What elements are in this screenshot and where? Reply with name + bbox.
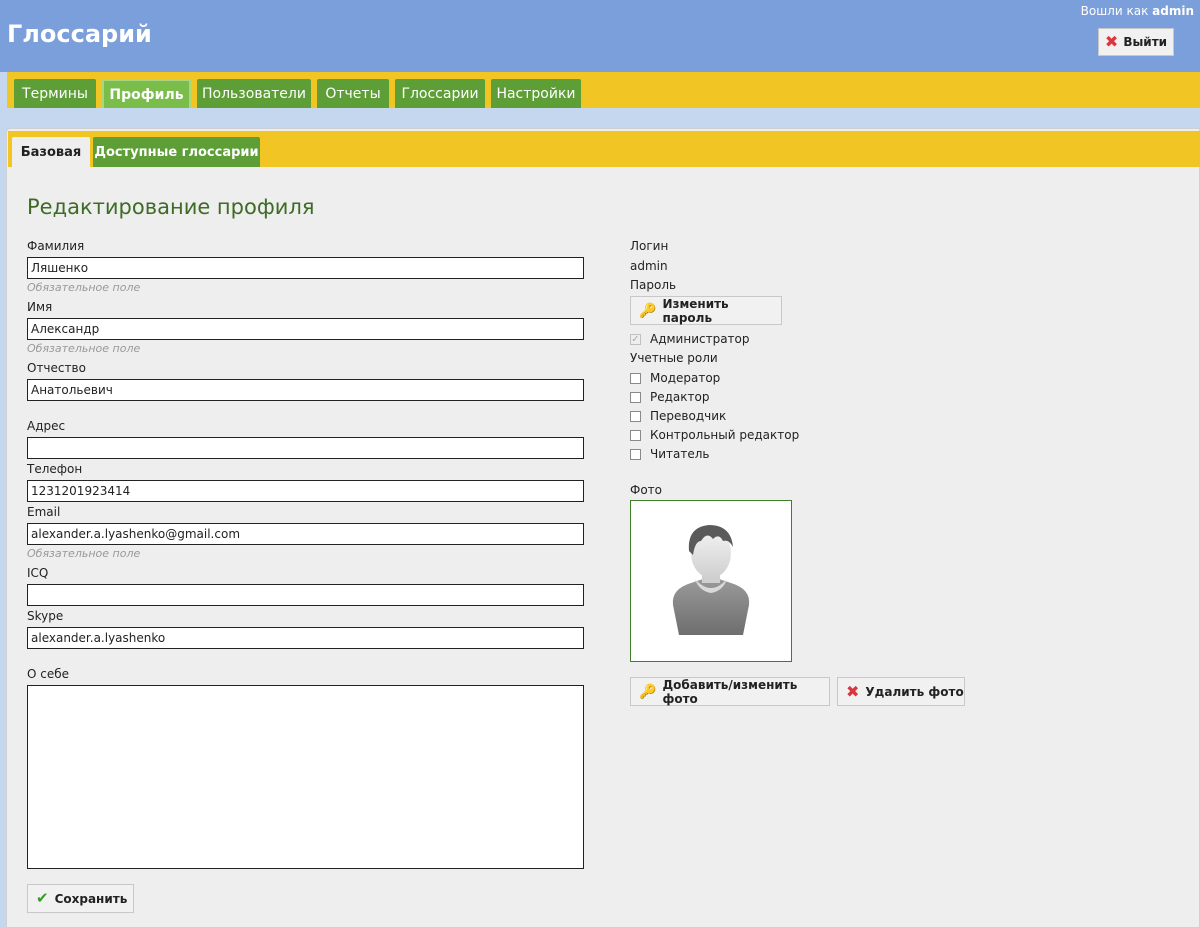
role-checkbox-editor[interactable]	[630, 391, 641, 403]
patronymic-label: Отчество	[27, 361, 86, 375]
role-checkbox-moderator[interactable]	[630, 372, 641, 384]
login-label: Логин	[630, 239, 669, 253]
logged-in-prefix: Вошли как	[1080, 4, 1149, 18]
admin-label: Администратор	[650, 332, 750, 346]
add-photo-button[interactable]: 🔑 Добавить/изменить фото	[630, 677, 830, 706]
role-row-control-editor: Контрольный редактор	[630, 428, 799, 442]
check-icon: ✔	[36, 889, 49, 907]
tab-profile[interactable]: Профиль	[102, 79, 191, 108]
password-label: Пароль	[630, 278, 677, 292]
phone-label: Телефон	[27, 462, 83, 476]
role-row-translator: Переводчик	[630, 409, 726, 423]
logout-button[interactable]: ✖ Выйти	[1098, 28, 1174, 56]
email-field[interactable]	[27, 523, 584, 545]
role-label-editor: Редактор	[650, 390, 710, 404]
role-row-moderator: Модератор	[630, 371, 720, 385]
user-avatar-icon	[672, 525, 750, 635]
about-textarea[interactable]	[27, 685, 584, 869]
role-checkbox-translator[interactable]	[630, 410, 641, 422]
subtab-available-glossaries[interactable]: Доступные глоссарии	[93, 137, 260, 167]
photo-frame	[630, 500, 792, 662]
logged-in-status: Вошли как admin	[1081, 4, 1194, 18]
close-icon: ✖	[846, 681, 860, 701]
tab-reports[interactable]: Отчеты	[317, 79, 389, 108]
tab-settings[interactable]: Настройки	[491, 79, 581, 108]
first-name-label: Имя	[27, 300, 53, 314]
roles-label: Учетные роли	[630, 351, 718, 365]
admin-checkbox: ✓	[630, 333, 641, 345]
photo-label: Фото	[630, 483, 663, 497]
role-label-moderator: Модератор	[650, 371, 721, 385]
last-name-field[interactable]	[27, 257, 584, 279]
role-label-control-editor: Контрольный редактор	[650, 428, 800, 442]
about-label: О себе	[27, 667, 70, 681]
icq-label: ICQ	[27, 566, 49, 580]
logout-label: Выйти	[1123, 35, 1168, 49]
role-label-translator: Переводчик	[650, 409, 727, 423]
role-checkbox-reader[interactable]	[630, 448, 641, 460]
username: admin	[1152, 4, 1194, 18]
delete-photo-button[interactable]: ✖ Удалить фото	[837, 677, 965, 706]
tab-glossaries[interactable]: Глоссарии	[395, 79, 485, 108]
icq-field[interactable]	[27, 584, 584, 606]
login-value: admin	[630, 259, 668, 273]
header-bar: Глоссарий Вошли как admin ✖ Выйти	[0, 0, 1200, 72]
skype-field[interactable]	[27, 627, 584, 649]
save-label: Сохранить	[54, 891, 128, 906]
role-row-editor: Редактор	[630, 390, 709, 404]
last-name-hint: Обязательное поле	[27, 281, 141, 294]
first-name-hint: Обязательное поле	[27, 342, 141, 355]
key-icon: 🔑	[639, 302, 657, 319]
first-name-field[interactable]	[27, 318, 584, 340]
page-title: Редактирование профиля	[27, 195, 315, 219]
sub-nav: Базовая Доступные глоссарии	[8, 131, 1200, 167]
address-field[interactable]	[27, 437, 584, 459]
email-label: Email	[27, 505, 61, 519]
save-button[interactable]: ✔ Сохранить	[27, 884, 134, 913]
key-icon: 🔑	[639, 683, 657, 700]
subtab-basic[interactable]: Базовая	[12, 137, 90, 167]
last-name-label: Фамилия	[27, 239, 85, 253]
tab-users[interactable]: Пользователи	[197, 79, 311, 108]
main-nav: Термины Профиль Пользователи Отчеты Глос…	[7, 72, 1200, 108]
change-password-button[interactable]: 🔑 Изменить пароль	[630, 296, 782, 325]
delete-photo-label: Удалить фото	[865, 684, 964, 699]
skype-label: Skype	[27, 609, 64, 623]
role-checkbox-control-editor[interactable]	[630, 429, 641, 441]
role-row-reader: Читатель	[630, 447, 709, 461]
email-hint: Обязательное поле	[27, 547, 141, 560]
add-photo-label: Добавить/изменить фото	[662, 677, 798, 706]
address-label: Адрес	[27, 419, 66, 433]
close-icon: ✖	[1104, 32, 1119, 51]
patronymic-field[interactable]	[27, 379, 584, 401]
phone-field[interactable]	[27, 480, 584, 502]
admin-checkbox-row: ✓ Администратор	[630, 332, 750, 346]
tab-terms[interactable]: Термины	[14, 79, 96, 108]
change-password-label: Изменить пароль	[662, 296, 729, 325]
role-label-reader: Читатель	[650, 447, 710, 461]
app-title: Глоссарий	[7, 20, 152, 48]
